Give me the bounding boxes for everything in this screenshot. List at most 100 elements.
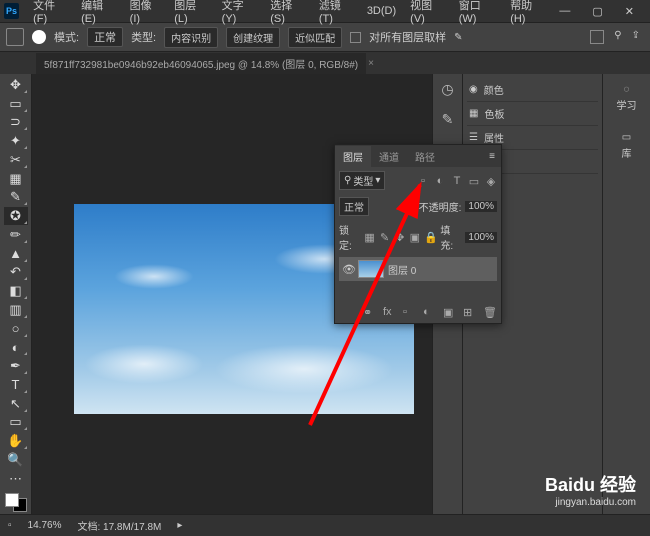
window-close-icon[interactable]: ✕ xyxy=(619,3,640,20)
document-tab[interactable]: 5f871ff732981be0946b92eb46094065.jpeg @ … xyxy=(36,53,366,74)
sample-all-layers-checkbox[interactable] xyxy=(350,32,361,43)
lock-position-icon[interactable]: ✥ xyxy=(394,231,405,243)
visibility-eye-icon[interactable]: 👁 xyxy=(342,263,354,275)
menu-image[interactable]: 图像(I) xyxy=(124,0,167,27)
swatches-icon: ▦ xyxy=(469,108,478,119)
gradient-tool[interactable]: ▥ xyxy=(4,301,28,319)
menu-select[interactable]: 选择(S) xyxy=(264,0,311,27)
color-panel-label: 颜色 xyxy=(484,82,504,97)
layer-filter-select[interactable]: ⚲ 类型 ▾ xyxy=(339,171,385,190)
menu-edit[interactable]: 编辑(E) xyxy=(75,0,122,27)
create-texture-button[interactable]: 创建纹理 xyxy=(226,27,280,48)
swatches-panel-label: 色板 xyxy=(484,106,504,121)
eraser-tool[interactable]: ◧ xyxy=(4,282,28,300)
brush-preview-icon[interactable] xyxy=(32,30,46,44)
layer-thumbnail[interactable] xyxy=(358,260,384,278)
lock-label: 锁定: xyxy=(339,222,360,252)
menu-layer[interactable]: 图层(L) xyxy=(168,0,213,27)
color-panel-header[interactable]: ◉ 颜色 xyxy=(467,78,598,102)
menu-bar: Ps 文件(F) 编辑(E) 图像(I) 图层(L) 文字(Y) 选择(S) 滤… xyxy=(0,0,650,22)
type-tool[interactable]: T xyxy=(4,376,28,394)
pen-tool[interactable]: ✒ xyxy=(4,357,28,375)
clone-stamp-tool[interactable]: ▲ xyxy=(4,245,28,263)
history-icon[interactable]: ◷ xyxy=(439,80,457,98)
layer-style-icon[interactable]: fx xyxy=(383,306,395,318)
marquee-tool[interactable]: ▭ xyxy=(4,95,28,113)
blend-mode-select[interactable]: 正常 xyxy=(339,197,369,216)
menu-3d[interactable]: 3D(D) xyxy=(361,3,402,19)
tool-preset-icon[interactable] xyxy=(6,28,24,46)
color-swatch[interactable] xyxy=(5,493,27,513)
group-icon[interactable]: ▣ xyxy=(443,306,455,318)
learn-panel[interactable]: ◌ 学习 xyxy=(615,80,639,116)
content-aware-button[interactable]: 内容识别 xyxy=(164,27,218,48)
status-arrow-icon[interactable]: ▸ xyxy=(177,520,182,531)
link-layers-icon[interactable]: ⚭ xyxy=(363,306,375,318)
opacity-label: 不透明度: xyxy=(419,199,462,214)
crop-tool[interactable]: ✂ xyxy=(4,151,28,169)
menu-window[interactable]: 窗口(W) xyxy=(453,0,502,27)
libraries-panel[interactable]: ▭ 库 xyxy=(620,128,634,164)
zoom-tool[interactable]: 🔍 xyxy=(4,451,28,469)
brushes-icon[interactable]: ✎ xyxy=(439,110,457,128)
status-quickmask-icon[interactable]: ▫ xyxy=(8,520,12,531)
lock-image-icon[interactable]: ✎ xyxy=(379,231,390,243)
zoom-level[interactable]: 14.76% xyxy=(28,520,62,531)
share-icon[interactable]: ⇪ xyxy=(632,30,640,44)
mode-select[interactable]: 正常 xyxy=(87,27,123,47)
filter-type-icon[interactable]: T xyxy=(451,175,463,187)
fill-value[interactable]: 100% xyxy=(465,232,497,243)
delete-layer-icon[interactable]: 🗑 xyxy=(483,306,495,318)
window-maximize-icon[interactable]: ▢ xyxy=(586,3,608,20)
menu-view[interactable]: 视图(V) xyxy=(404,0,451,27)
move-tool[interactable]: ✥ xyxy=(4,76,28,94)
path-select-tool[interactable]: ↖ xyxy=(4,395,28,413)
lock-transparent-icon[interactable]: ▦ xyxy=(364,231,375,243)
swatches-panel-header[interactable]: ▦ 色板 xyxy=(467,102,598,126)
eyedropper-tool[interactable]: ✎ xyxy=(4,189,28,207)
adjustment-layer-icon[interactable]: ◐ xyxy=(423,306,435,318)
hand-tool[interactable]: ✋ xyxy=(4,432,28,450)
filter-shape-icon[interactable]: ▭ xyxy=(468,175,480,187)
menu-file[interactable]: 文件(F) xyxy=(27,0,73,27)
dodge-tool[interactable]: ◐ xyxy=(4,339,28,357)
history-brush-tool[interactable]: ↶ xyxy=(4,264,28,282)
frame-tool[interactable]: ▦ xyxy=(4,170,28,188)
brush-tool[interactable]: ✏ xyxy=(4,226,28,244)
workspace-icon[interactable] xyxy=(590,30,604,44)
window-minimize-icon[interactable]: — xyxy=(553,3,576,20)
fill-label: 填充: xyxy=(440,222,461,252)
libraries-label: 库 xyxy=(622,145,632,160)
layers-tab[interactable]: 图层 xyxy=(335,146,371,167)
menu-type[interactable]: 文字(Y) xyxy=(216,0,263,27)
blur-tool[interactable]: ○ xyxy=(4,320,28,338)
foreground-color[interactable] xyxy=(5,493,19,507)
menu-filter[interactable]: 滤镜(T) xyxy=(313,0,359,27)
pressure-opacity-icon[interactable]: ✎ xyxy=(454,32,462,43)
edit-toolbar[interactable]: ⋯ xyxy=(4,470,28,488)
lock-artboard-icon[interactable]: ▣ xyxy=(409,231,420,243)
layer-row[interactable]: 👁 图层 0 xyxy=(339,257,497,281)
quick-select-tool[interactable]: ✦ xyxy=(4,132,28,150)
document-tab-bar: 5f871ff732981be0946b92eb46094065.jpeg @ … xyxy=(0,52,650,74)
proximity-match-button[interactable]: 近似匹配 xyxy=(288,27,342,48)
paths-tab[interactable]: 路径 xyxy=(407,146,443,167)
panel-menu-icon[interactable]: ≡ xyxy=(483,151,501,162)
rectangle-tool[interactable]: ▭ xyxy=(4,414,28,432)
channels-tab[interactable]: 通道 xyxy=(371,146,407,167)
new-layer-icon[interactable]: ⊞ xyxy=(463,306,475,318)
opacity-value[interactable]: 100% xyxy=(465,201,497,212)
color-wheel-icon: ◉ xyxy=(469,84,478,95)
filter-smart-icon[interactable]: ◈ xyxy=(485,175,497,187)
bulb-icon: ◌ xyxy=(624,84,630,95)
lock-all-icon[interactable]: 🔒 xyxy=(424,231,436,243)
tab-close-icon[interactable]: × xyxy=(368,58,374,69)
search-icon[interactable]: ⚲ xyxy=(614,30,621,44)
layer-name[interactable]: 图层 0 xyxy=(388,262,416,277)
healing-brush-tool[interactable]: ✪ xyxy=(4,207,28,225)
lasso-tool[interactable]: ⊃ xyxy=(4,114,28,132)
filter-adjust-icon[interactable]: ◐ xyxy=(434,175,446,187)
menu-help[interactable]: 帮助(H) xyxy=(504,0,551,27)
filter-pixel-icon[interactable]: ▫ xyxy=(417,175,429,187)
layer-mask-icon[interactable]: ▫ xyxy=(403,306,415,318)
